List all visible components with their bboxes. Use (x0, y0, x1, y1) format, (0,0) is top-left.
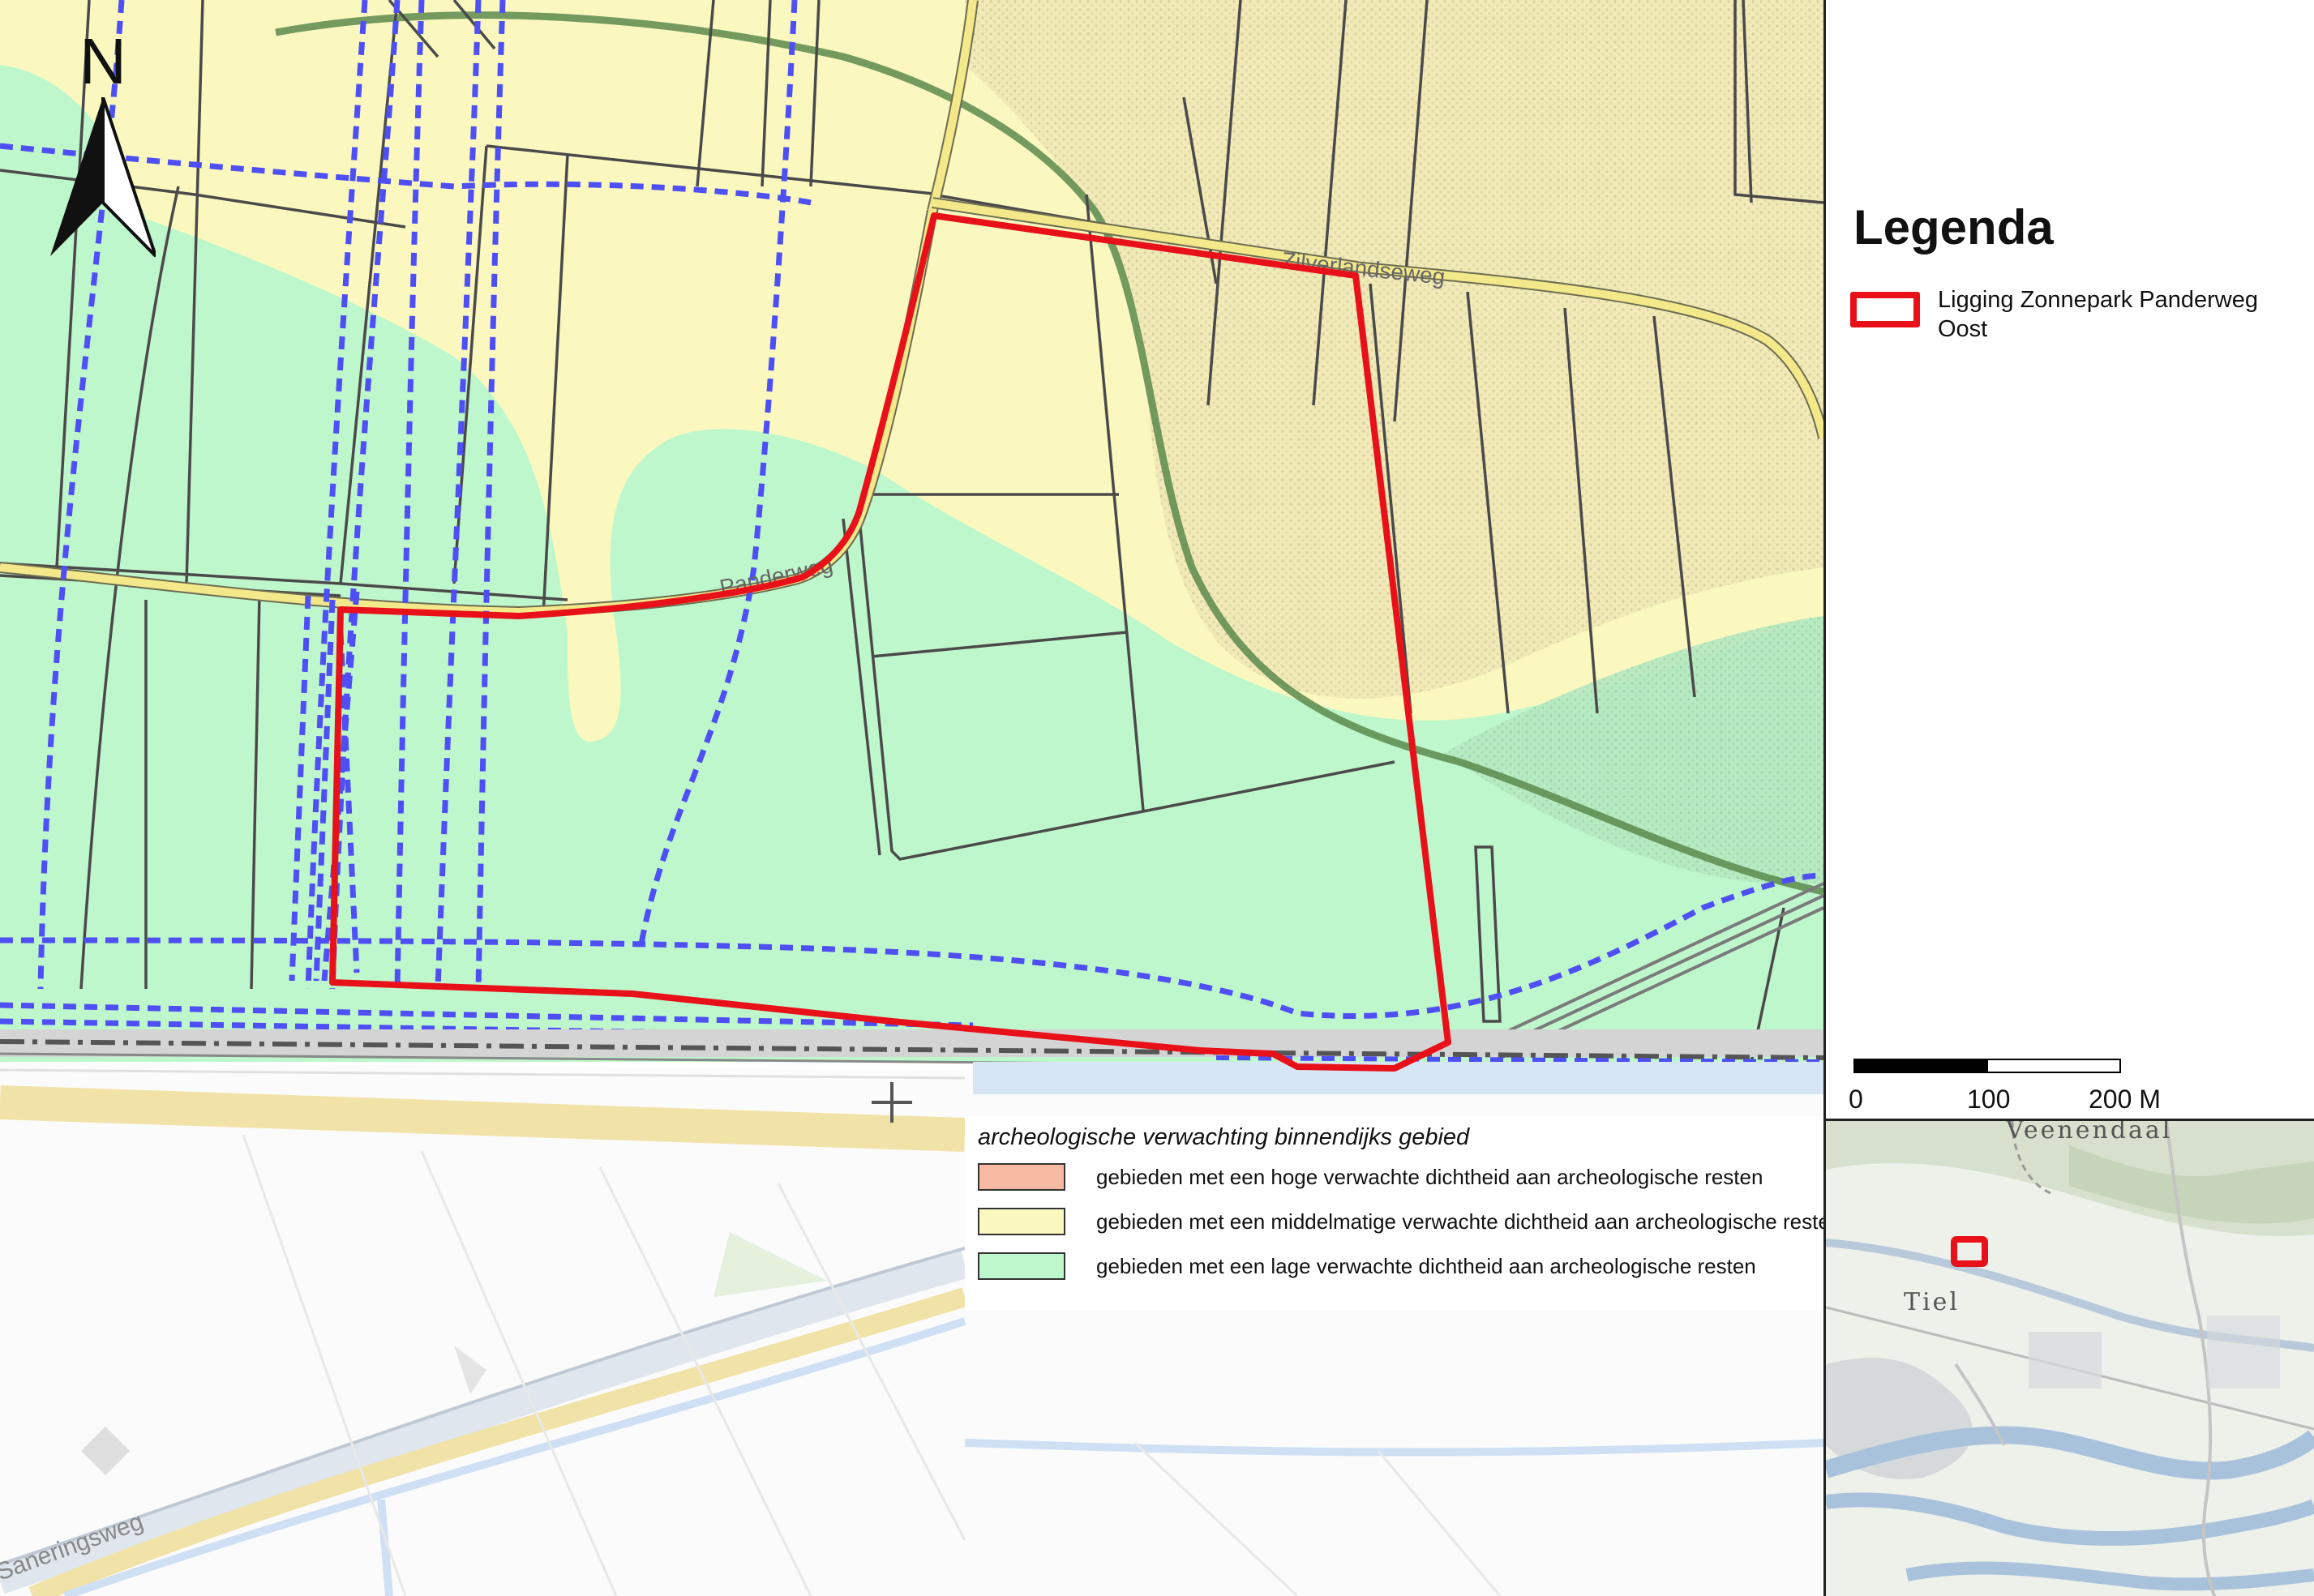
legend-item-site: Ligging Zonnepark Panderweg Oost (1850, 285, 2304, 350)
scale-segment-2 (1986, 1059, 2121, 1073)
main-map[interactable]: Zilverlandseweg Panderweg Saneringsweg N… (0, 0, 1841, 1596)
site-boundary-swatch (1850, 292, 1920, 327)
scale-segment-1 (1853, 1059, 1988, 1073)
swatch-medium (978, 1208, 1065, 1235)
overview-map[interactable]: Veenendaal Tiel (1826, 1119, 2314, 1596)
archeology-label-high: gebieden met een hoge verwachte dichthei… (1096, 1165, 1763, 1189)
archeology-legend-title: archeologische verwachting binnendijks g… (978, 1124, 1470, 1150)
scale-label-100: 100 (1967, 1085, 2011, 1114)
scale-label-200: 200 M (2089, 1085, 2161, 1114)
overview-label-tiel: Tiel (1904, 1288, 1960, 1316)
swatch-high (978, 1163, 1065, 1191)
archeology-legend-item-low: gebieden met een lage verwachte dichthei… (978, 1252, 1821, 1282)
archeology-legend-item-high: gebieden met een hoge verwachte dichthei… (978, 1163, 1821, 1192)
archeology-label-low: gebieden met een lage verwachte dichthei… (1096, 1254, 1756, 1278)
map-canvas[interactable]: Zilverlandseweg Panderweg Saneringsweg (0, 0, 1823, 1596)
swatch-low (978, 1252, 1065, 1280)
scale-bar: 0 100 200 M (1849, 1059, 2161, 1115)
archeology-label-medium: gebieden met een middelmatige verwachte … (1096, 1209, 1842, 1234)
archeology-legend-item-medium: gebieden met een middelmatige verwachte … (978, 1208, 1841, 1237)
overview-map-canvas[interactable] (1826, 1121, 2314, 1596)
archeology-legend: archeologische verwachting binnendijks g… (965, 1116, 1841, 1311)
legend-panel: Legenda Ligging Zonnepark Panderweg Oost… (1823, 0, 2314, 1596)
north-arrow: N (50, 29, 156, 264)
legend-site-label: Ligging Zonnepark Panderweg Oost (1938, 287, 2258, 342)
north-arrow-icon (50, 97, 156, 258)
overview-label-veenendaal: Veenendaal (2006, 1119, 2173, 1145)
legend-title: Legenda (1853, 200, 2054, 255)
north-label: N (79, 25, 126, 97)
scale-label-0: 0 (1849, 1085, 1863, 1114)
